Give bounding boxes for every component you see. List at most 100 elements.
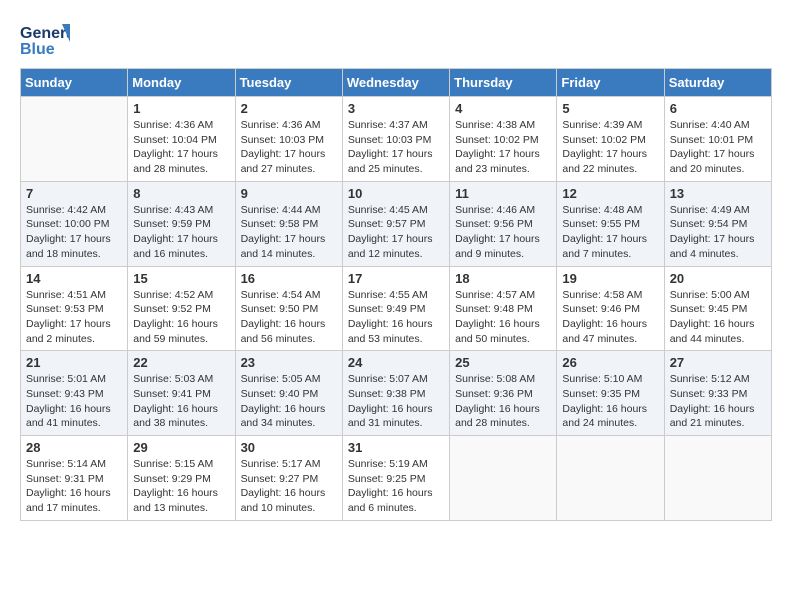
day-info: Sunrise: 4:36 AM Sunset: 10:03 PM Daylig…: [241, 118, 337, 177]
week-row-5: 28 Sunrise: 5:14 AM Sunset: 9:31 PM Dayli…: [21, 436, 772, 521]
week-row-4: 21 Sunrise: 5:01 AM Sunset: 9:43 PM Dayli…: [21, 351, 772, 436]
day-number: 22: [133, 355, 229, 370]
day-number: 1: [133, 101, 229, 116]
day-number: 24: [348, 355, 444, 370]
day-info: Sunrise: 5:12 AM Sunset: 9:33 PM Dayligh…: [670, 372, 766, 431]
calendar-cell: [557, 436, 664, 521]
calendar-cell: 7 Sunrise: 4:42 AM Sunset: 10:00 PM Dayli…: [21, 181, 128, 266]
day-info: Sunrise: 4:48 AM Sunset: 9:55 PM Dayligh…: [562, 203, 658, 262]
day-header-monday: Monday: [128, 69, 235, 97]
svg-text:Blue: Blue: [20, 41, 55, 58]
calendar-header-row: SundayMondayTuesdayWednesdayThursdayFrid…: [21, 69, 772, 97]
day-info: Sunrise: 4:52 AM Sunset: 9:52 PM Dayligh…: [133, 288, 229, 347]
day-info: Sunrise: 4:54 AM Sunset: 9:50 PM Dayligh…: [241, 288, 337, 347]
calendar-cell: 23 Sunrise: 5:05 AM Sunset: 9:40 PM Dayli…: [235, 351, 342, 436]
day-info: Sunrise: 5:00 AM Sunset: 9:45 PM Dayligh…: [670, 288, 766, 347]
calendar-cell: 19 Sunrise: 4:58 AM Sunset: 9:46 PM Dayli…: [557, 266, 664, 351]
day-number: 4: [455, 101, 551, 116]
day-number: 19: [562, 271, 658, 286]
calendar-cell: 12 Sunrise: 4:48 AM Sunset: 9:55 PM Dayli…: [557, 181, 664, 266]
calendar-cell: 15 Sunrise: 4:52 AM Sunset: 9:52 PM Dayli…: [128, 266, 235, 351]
calendar-cell: 26 Sunrise: 5:10 AM Sunset: 9:35 PM Dayli…: [557, 351, 664, 436]
day-number: 23: [241, 355, 337, 370]
calendar-cell: 28 Sunrise: 5:14 AM Sunset: 9:31 PM Dayli…: [21, 436, 128, 521]
day-number: 28: [26, 440, 122, 455]
calendar-cell: 14 Sunrise: 4:51 AM Sunset: 9:53 PM Dayli…: [21, 266, 128, 351]
calendar-table: SundayMondayTuesdayWednesdayThursdayFrid…: [20, 68, 772, 521]
day-number: 10: [348, 186, 444, 201]
calendar-cell: [21, 97, 128, 182]
calendar-cell: 20 Sunrise: 5:00 AM Sunset: 9:45 PM Dayli…: [664, 266, 771, 351]
calendar-cell: 30 Sunrise: 5:17 AM Sunset: 9:27 PM Dayli…: [235, 436, 342, 521]
day-info: Sunrise: 5:14 AM Sunset: 9:31 PM Dayligh…: [26, 457, 122, 516]
day-number: 30: [241, 440, 337, 455]
day-number: 5: [562, 101, 658, 116]
day-info: Sunrise: 5:17 AM Sunset: 9:27 PM Dayligh…: [241, 457, 337, 516]
day-header-tuesday: Tuesday: [235, 69, 342, 97]
calendar-cell: 16 Sunrise: 4:54 AM Sunset: 9:50 PM Dayli…: [235, 266, 342, 351]
day-number: 2: [241, 101, 337, 116]
day-info: Sunrise: 4:39 AM Sunset: 10:02 PM Daylig…: [562, 118, 658, 177]
day-number: 12: [562, 186, 658, 201]
calendar-cell: 11Sunrise: 4:46 AM Sunset: 9:56 PM Dayli…: [450, 181, 557, 266]
calendar-cell: [664, 436, 771, 521]
day-number: 26: [562, 355, 658, 370]
day-number: 3: [348, 101, 444, 116]
day-number: 21: [26, 355, 122, 370]
calendar-cell: 18 Sunrise: 4:57 AM Sunset: 9:48 PM Dayli…: [450, 266, 557, 351]
day-number: 18: [455, 271, 551, 286]
calendar-cell: 27 Sunrise: 5:12 AM Sunset: 9:33 PM Dayli…: [664, 351, 771, 436]
day-number: 8: [133, 186, 229, 201]
day-info: Sunrise: 4:40 AM Sunset: 10:01 PM Daylig…: [670, 118, 766, 177]
day-info: Sunrise: 5:01 AM Sunset: 9:43 PM Dayligh…: [26, 372, 122, 431]
calendar-cell: 29 Sunrise: 5:15 AM Sunset: 9:29 PM Dayli…: [128, 436, 235, 521]
calendar-cell: [450, 436, 557, 521]
day-number: 16: [241, 271, 337, 286]
day-number: 20: [670, 271, 766, 286]
day-number: 9: [241, 186, 337, 201]
day-number: 27: [670, 355, 766, 370]
svg-text:General: General: [20, 25, 70, 42]
day-header-thursday: Thursday: [450, 69, 557, 97]
day-info: Sunrise: 4:51 AM Sunset: 9:53 PM Dayligh…: [26, 288, 122, 347]
calendar-cell: 17 Sunrise: 4:55 AM Sunset: 9:49 PM Dayli…: [342, 266, 449, 351]
calendar-cell: 1Sunrise: 4:36 AM Sunset: 10:04 PM Dayli…: [128, 97, 235, 182]
day-info: Sunrise: 4:37 AM Sunset: 10:03 PM Daylig…: [348, 118, 444, 177]
day-number: 11: [455, 186, 551, 201]
day-info: Sunrise: 4:55 AM Sunset: 9:49 PM Dayligh…: [348, 288, 444, 347]
day-number: 31: [348, 440, 444, 455]
day-info: Sunrise: 4:45 AM Sunset: 9:57 PM Dayligh…: [348, 203, 444, 262]
calendar-cell: 6Sunrise: 4:40 AM Sunset: 10:01 PM Dayli…: [664, 97, 771, 182]
day-info: Sunrise: 5:15 AM Sunset: 9:29 PM Dayligh…: [133, 457, 229, 516]
logo-svg: GeneralBlue: [20, 20, 70, 60]
day-info: Sunrise: 5:08 AM Sunset: 9:36 PM Dayligh…: [455, 372, 551, 431]
day-info: Sunrise: 5:07 AM Sunset: 9:38 PM Dayligh…: [348, 372, 444, 431]
calendar-cell: 25 Sunrise: 5:08 AM Sunset: 9:36 PM Dayli…: [450, 351, 557, 436]
day-number: 25: [455, 355, 551, 370]
day-number: 14: [26, 271, 122, 286]
day-number: 29: [133, 440, 229, 455]
calendar-cell: 3 Sunrise: 4:37 AM Sunset: 10:03 PM Dayli…: [342, 97, 449, 182]
week-row-3: 14 Sunrise: 4:51 AM Sunset: 9:53 PM Dayli…: [21, 266, 772, 351]
calendar-cell: 22 Sunrise: 5:03 AM Sunset: 9:41 PM Dayli…: [128, 351, 235, 436]
calendar-cell: 10 Sunrise: 4:45 AM Sunset: 9:57 PM Dayli…: [342, 181, 449, 266]
day-info: Sunrise: 5:05 AM Sunset: 9:40 PM Dayligh…: [241, 372, 337, 431]
calendar-cell: 21 Sunrise: 5:01 AM Sunset: 9:43 PM Dayli…: [21, 351, 128, 436]
day-info: Sunrise: 4:42 AM Sunset: 10:00 PM Daylig…: [26, 203, 122, 262]
calendar-cell: 5 Sunrise: 4:39 AM Sunset: 10:02 PM Dayli…: [557, 97, 664, 182]
day-number: 17: [348, 271, 444, 286]
day-info: Sunrise: 4:58 AM Sunset: 9:46 PM Dayligh…: [562, 288, 658, 347]
day-info: Sunrise: 5:10 AM Sunset: 9:35 PM Dayligh…: [562, 372, 658, 431]
day-info: Sunrise: 4:49 AM Sunset: 9:54 PM Dayligh…: [670, 203, 766, 262]
calendar-cell: 24 Sunrise: 5:07 AM Sunset: 9:38 PM Dayli…: [342, 351, 449, 436]
day-info: Sunrise: 4:43 AM Sunset: 9:59 PM Dayligh…: [133, 203, 229, 262]
day-info: Sunrise: 4:57 AM Sunset: 9:48 PM Dayligh…: [455, 288, 551, 347]
page-header: GeneralBlue: [20, 20, 772, 60]
day-header-friday: Friday: [557, 69, 664, 97]
day-number: 7: [26, 186, 122, 201]
calendar-cell: 2 Sunrise: 4:36 AM Sunset: 10:03 PM Dayli…: [235, 97, 342, 182]
calendar-cell: 9Sunrise: 4:44 AM Sunset: 9:58 PM Daylig…: [235, 181, 342, 266]
day-number: 15: [133, 271, 229, 286]
day-header-saturday: Saturday: [664, 69, 771, 97]
day-info: Sunrise: 5:03 AM Sunset: 9:41 PM Dayligh…: [133, 372, 229, 431]
